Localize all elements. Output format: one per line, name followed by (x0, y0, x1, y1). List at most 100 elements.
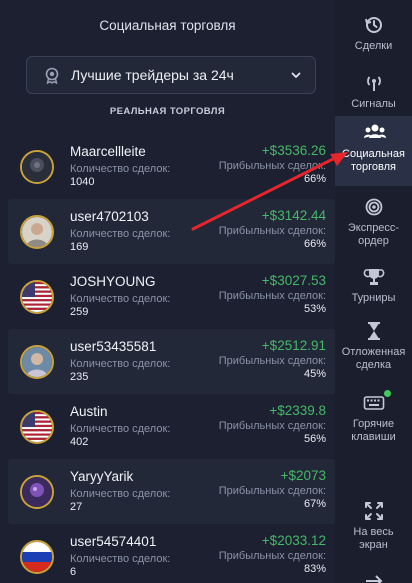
trader-avatar (20, 539, 54, 574)
social-trading-panel: Социальная торговля Лучшие трейдеры за 2… (0, 0, 335, 583)
profit-rate-label: Прибыльных сделок: (218, 355, 326, 367)
trader-info: user54574401 Количество сделок: 6 (70, 534, 195, 579)
profit-rate-label: Прибыльных сделок: (218, 160, 326, 172)
period-filter-dropdown[interactable]: Лучшие трейдеры за 24ч (26, 56, 316, 94)
trader-name: user4702103 (70, 209, 149, 224)
trader-info: Austin Количество сделок: 402 (70, 404, 195, 449)
section-title: РЕАЛЬНАЯ ТОРГОВЛЯ (109, 106, 226, 117)
deals-label: Количество сделок: (70, 163, 171, 175)
profit-rate-label: Прибыльных сделок: (218, 420, 326, 432)
trader-name: Austin (70, 404, 108, 419)
trader-stats: +$2512.91 Прибыльных сделок: 45% (219, 338, 326, 381)
sidebar-label-fullscreen-1: На весь (353, 526, 394, 538)
sidebar-label-pending-2: сделка (355, 359, 392, 371)
trader-stats: +$2073 Прибыльных сделок: 67% (219, 468, 326, 511)
deals-label: Количество сделок: (70, 423, 171, 435)
sidebar-item-signals[interactable]: Сигналы (335, 72, 412, 111)
profit-rate-label: Прибыльных сделок: (218, 485, 326, 497)
profit-rate-label: Прибыльных сделок: (218, 225, 326, 237)
trader-avatar (20, 409, 54, 444)
target-icon (363, 196, 385, 218)
trader-row[interactable]: user4702103 Количество сделок: 169 +$3142.4… (8, 199, 335, 264)
trader-avatar (20, 149, 54, 184)
sidebar-item-fullscreen[interactable]: На весь экран (335, 500, 412, 552)
trader-name: user54574401 (70, 534, 157, 549)
right-sidebar: Сделки Сигналы Социальная торговля Экспр… (335, 0, 412, 583)
profit-rate-value: 83% (303, 563, 326, 575)
trader-avatar (20, 474, 54, 509)
deals-count: 1040 (70, 176, 95, 188)
profit-rate-label: Прибыльных сделок: (218, 290, 326, 302)
profit-rate-value: 56% (303, 433, 326, 445)
sidebar-label-signals: Сигналы (351, 98, 396, 110)
trader-profit: +$3142.44 (261, 208, 326, 223)
trader-stats: +$3536.26 Прибыльных сделок: 66% (219, 143, 326, 186)
chevron-down-icon (287, 66, 305, 84)
trader-profit: +$3027.53 (261, 273, 326, 288)
trader-info: JOSHYOUNG Количество сделок: 259 (70, 274, 195, 319)
trader-stats: +$3027.53 Прибыльных сделок: 53% (219, 273, 326, 316)
sidebar-label-express-2: ордер (358, 235, 389, 247)
sidebar-item-hotkeys[interactable]: Горячие клавиши (335, 390, 412, 444)
deals-count: 27 (70, 501, 83, 513)
profit-rate-label: Прибыльных сделок: (218, 550, 326, 562)
deals-label: Количество сделок: (70, 358, 171, 370)
people-icon (363, 122, 386, 144)
trader-name: user53435581 (70, 339, 157, 354)
arrow-right-icon (363, 570, 385, 583)
trader-name: JOSHYOUNG (70, 274, 156, 289)
sidebar-item-social-trading[interactable]: Социальная торговля (335, 116, 412, 186)
trader-profit: +$2339.8 (269, 403, 326, 418)
sidebar-label-pending-1: Отложенная (341, 346, 406, 358)
profit-rate-value: 45% (303, 368, 326, 380)
sidebar-item-deals[interactable]: Сделки (335, 14, 412, 53)
sidebar-label-social-1: Социальная (342, 148, 405, 160)
sidebar-item-next[interactable] (335, 570, 412, 583)
sidebar-label-hotkeys-2: клавиши (351, 431, 396, 443)
deals-label: Количество сделок: (70, 488, 171, 500)
deals-label: Количество сделок: (70, 293, 171, 305)
trader-row[interactable]: Austin Количество сделок: 402 +$2339.8 Прибы… (8, 394, 335, 459)
trader-info: user4702103 Количество сделок: 169 (70, 209, 195, 254)
sidebar-label-fullscreen-2: экран (359, 539, 388, 551)
trader-row[interactable]: user54574401 Количество сделок: 6 +$2033.12… (8, 524, 335, 583)
signal-icon (363, 72, 385, 94)
deals-label: Количество сделок: (70, 553, 171, 565)
sidebar-label-social-2: торговля (350, 161, 396, 173)
sidebar-label-deals: Сделки (354, 40, 393, 52)
profit-rate-value: 53% (303, 303, 326, 315)
trader-name: YaryyYarik (70, 469, 134, 484)
sidebar-item-tournaments[interactable]: Турниры (335, 266, 412, 305)
trader-avatar (20, 279, 54, 314)
trader-row[interactable]: Maarcellleite Количество сделок: 1040 +$353… (8, 134, 335, 199)
sidebar-item-pending-trade[interactable]: Отложенная сделка (335, 320, 412, 372)
panel-title: Социальная торговля (0, 0, 335, 50)
trader-row[interactable]: user53435581 Количество сделок: 235 +$2512.… (8, 329, 335, 394)
trader-stats: +$3142.44 Прибыльных сделок: 66% (219, 208, 326, 251)
sidebar-label-express-1: Экспресс- (347, 222, 400, 234)
fullscreen-icon (363, 500, 385, 522)
trader-stats: +$2033.12 Прибыльных сделок: 83% (219, 533, 326, 576)
trader-info: YaryyYarik Количество сделок: 27 (70, 469, 195, 514)
trader-avatar (20, 344, 54, 379)
sidebar-label-hotkeys-1: Горячие (352, 418, 395, 430)
profit-rate-value: 66% (303, 173, 326, 185)
history-icon (363, 14, 385, 36)
trader-avatar (20, 214, 54, 249)
trader-stats: +$2339.8 Прибыльных сделок: 56% (219, 403, 326, 446)
medal-icon (41, 64, 63, 86)
trader-row[interactable]: JOSHYOUNG Количество сделок: 259 +$3027.53 П… (8, 264, 335, 329)
deals-count: 169 (70, 241, 89, 253)
trader-profit: +$3536.26 (261, 143, 326, 158)
deals-label: Количество сделок: (70, 228, 171, 240)
sidebar-item-express-order[interactable]: Экспресс- ордер (335, 196, 412, 248)
profit-rate-value: 66% (303, 238, 326, 250)
deals-count: 259 (70, 306, 89, 318)
hourglass-icon (363, 320, 385, 342)
trader-row[interactable]: YaryyYarik Количество сделок: 27 +$2073 Приб… (8, 459, 335, 524)
trader-profit: +$2073 (280, 468, 326, 483)
period-filter-label: Лучшие трейдеры за 24ч (71, 67, 234, 83)
trader-info: Maarcellleite Количество сделок: 1040 (70, 144, 195, 189)
notification-dot (383, 390, 391, 397)
keyboard-icon (363, 390, 391, 414)
